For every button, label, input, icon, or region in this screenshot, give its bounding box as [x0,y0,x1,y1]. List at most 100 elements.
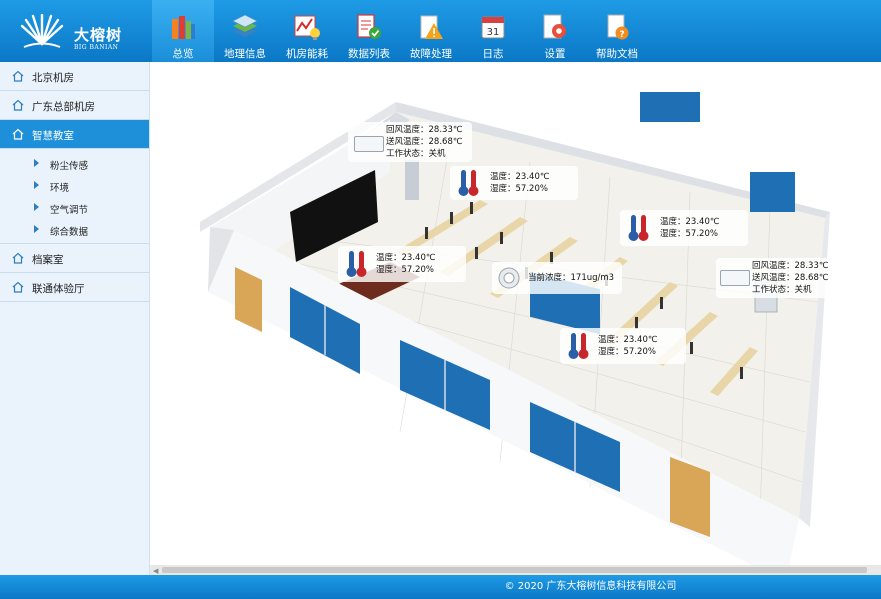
return-air-value: 28.33℃ [794,261,829,271]
return-air-value: 28.33℃ [428,125,463,135]
nav-fault[interactable]: 故障处理 [400,0,462,62]
humidity-value: 57.20% [685,229,718,239]
ac-info-box-1[interactable]: 回风温度：28.33℃ 送风温度：28.68℃ 工作状态：关机 [348,122,472,162]
supply-air-label: 送风温度： [752,273,795,283]
nav-data-list[interactable]: 数据列表 [338,0,400,62]
copyright-text: © 2020 广东大榕树信息科技有限公司 [504,581,677,592]
nav-label: 帮助文档 [596,48,638,60]
sidebar-item-beijing-room[interactable]: 北京机房 [0,62,149,91]
sidebar-item-label: 北京机房 [32,72,74,84]
status-label: 工作状态： [752,285,795,295]
gear-icon [543,14,566,39]
nav-label: 日志 [482,48,504,60]
dust-reading: 当前浓度：171ug/m3 [528,272,614,284]
sidebar-subitem-dust[interactable]: 粉尘传感 [0,153,149,175]
nav-log[interactable]: 31 日志 [462,0,524,62]
humidity-label: 湿度： [598,347,624,357]
scroll-left-icon[interactable]: ◀ [153,567,158,575]
nav-label: 地理信息 [224,48,266,60]
footer: © 2020 广东大榕树信息科技有限公司 [0,575,881,599]
triangle-right-icon [34,159,39,167]
sensor-readings: 温度：23.40℃ 湿度：57.20% [660,216,719,240]
main-nav: 总览 地理信息 机房能耗 数据列表 故障处理 31 日志 设置 ? 帮助文档 [152,0,648,62]
horizontal-scrollbar[interactable]: ◀ [150,565,881,575]
dust-sensor-icon [498,267,520,289]
sidebar-item-label: 联通体验厅 [32,283,85,295]
nav-geo-info[interactable]: 地理信息 [214,0,276,62]
sidebar-item-label: 档案室 [32,254,64,266]
sidebar-subitem-label: 环境 [50,183,70,194]
sidebar-subitem-air-conditioning[interactable]: 空气调节 [0,197,149,219]
humidity-label: 湿度： [490,184,516,194]
nav-help[interactable]: ? 帮助文档 [586,0,648,62]
sidebar-subitem-environment[interactable]: 环境 [0,175,149,197]
sidebar-item-unicom-hall[interactable]: 联通体验厅 [0,273,149,302]
status-value: 关机 [428,149,446,159]
ac-info-box-2[interactable]: 回风温度：28.33℃ 送风温度：28.68℃ 工作状态：关机 [716,258,830,298]
calendar-icon: 31 [481,16,505,39]
svg-text:31: 31 [487,27,500,38]
temperature-value: 23.40℃ [401,253,436,263]
thermometer-icon [568,333,589,359]
help-doc-icon: ? [607,14,629,40]
ac-readings: 回风温度：28.33℃ 送风温度：28.68℃ 工作状态：关机 [386,124,462,160]
home-icon [12,70,24,82]
sidebar-item-label: 广东总部机房 [32,101,95,113]
supply-air-value: 28.68℃ [794,273,829,283]
home-icon [12,281,24,293]
sidebar-submenu: 粉尘传感 环境 空气调节 综合数据 [0,149,149,243]
energy-chart-icon [294,15,320,40]
sensor-readings: 温度：23.40℃ 湿度：57.20% [376,252,435,276]
nav-label: 总览 [172,48,194,60]
nav-label: 机房能耗 [286,48,328,60]
sidebar-subitem-overall-data[interactable]: 综合数据 [0,219,149,241]
home-icon [12,128,24,140]
humidity-value: 57.20% [515,184,548,194]
humidity-label: 湿度： [376,265,402,275]
scrollbar-thumb[interactable] [162,567,867,573]
temperature-label: 温度： [376,253,402,263]
temperature-label: 温度： [660,217,686,227]
thermometer-icon [458,170,479,196]
top-header: 大榕树 BIG BANIAN 总览 地理信息 机房能耗 数据列表 故障处理 31… [0,0,881,62]
supply-air-value: 28.68℃ [428,137,463,147]
sensor-info-box-1[interactable]: 温度：23.40℃ 湿度：57.20% [450,166,578,200]
supply-air-label: 送风温度： [386,137,429,147]
sidebar-item-label: 智慧教室 [32,130,74,142]
sidebar-item-smart-classroom[interactable]: 智慧教室 [0,120,149,149]
temperature-value: 23.40℃ [515,172,550,182]
temperature-label: 温度： [490,172,516,182]
svg-text:?: ? [619,30,624,40]
sensor-info-box-2[interactable]: 温度：23.40℃ 湿度：57.20% [620,210,748,246]
air-conditioner-icon [720,270,750,286]
nav-settings[interactable]: 设置 [524,0,586,62]
map-layers-icon [232,14,258,37]
main-view: 回风温度：28.33℃ 送风温度：28.68℃ 工作状态：关机 回风温度：28.… [150,62,881,575]
nav-overview[interactable]: 总览 [152,0,214,62]
humidity-label: 湿度： [660,229,686,239]
temperature-value: 23.40℃ [623,335,658,345]
books-icon [172,16,195,39]
sidebar-subitem-label: 综合数据 [50,227,89,238]
dust-info-box[interactable]: 当前浓度：171ug/m3 [492,262,622,294]
sensor-readings: 温度：23.40℃ 湿度：57.20% [598,334,657,358]
classroom-3d-scene[interactable] [150,62,881,572]
sensor-info-box-4[interactable]: 温度：23.40℃ 湿度：57.20% [560,328,686,364]
temperature-value: 23.40℃ [685,217,720,227]
sensor-info-box-3[interactable]: 温度：23.40℃ 湿度：57.20% [338,246,466,282]
ac-readings: 回风温度：28.33℃ 送风温度：28.68℃ 工作状态：关机 [752,260,828,296]
status-value: 关机 [794,285,812,295]
sidebar-subitem-label: 空气调节 [50,205,89,216]
thermometer-icon [346,251,367,277]
nav-label: 设置 [544,48,566,60]
sidebar-item-guangdong-room[interactable]: 广东总部机房 [0,91,149,120]
brand-name: 大榕树 [74,26,123,44]
data-list-icon [357,14,381,39]
status-label: 工作状态： [386,149,429,159]
triangle-right-icon [34,203,39,211]
sidebar-item-archive-room[interactable]: 档案室 [0,243,149,273]
triangle-right-icon [34,181,39,189]
return-air-label: 回风温度： [386,125,429,135]
nav-energy[interactable]: 机房能耗 [276,0,338,62]
sensor-readings: 温度：23.40℃ 湿度：57.20% [490,171,549,195]
